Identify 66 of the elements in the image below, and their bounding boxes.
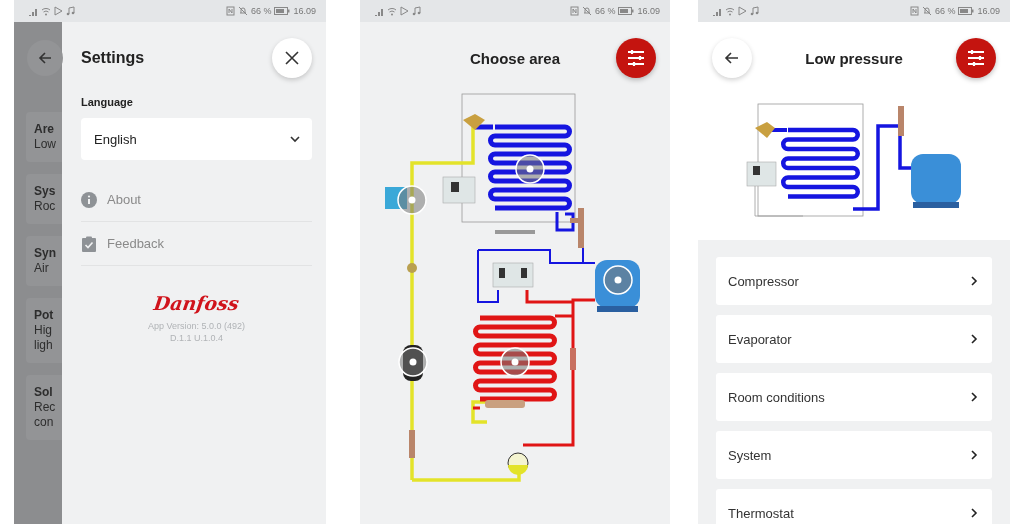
wifi-icon (387, 6, 397, 16)
play-icon (738, 6, 747, 16)
chevron-right-icon (971, 334, 978, 344)
chevron-right-icon (971, 392, 978, 402)
battery-icon (274, 6, 291, 16)
sliders-icon (626, 49, 646, 67)
card-subtitle: Roc (34, 199, 57, 214)
signal-icon (712, 6, 722, 16)
card-title: Are (34, 122, 55, 137)
status-time: 16.09 (977, 6, 1000, 16)
list-item[interactable]: Thermostat (716, 489, 992, 524)
play-icon (400, 6, 409, 16)
close-button[interactable] (272, 38, 312, 78)
battery-icon (958, 6, 975, 16)
nfc-icon (225, 6, 235, 16)
muted-bell-icon (581, 6, 592, 16)
list-item[interactable]: Evaporator (716, 315, 992, 363)
card-subtitle: Air (34, 261, 50, 276)
sliders-icon (966, 49, 986, 67)
list-item[interactable]: Compressor (716, 257, 992, 305)
close-icon (284, 50, 300, 66)
card-title: Syn (34, 246, 57, 261)
card-subtitle: Rec (34, 400, 57, 415)
list-item[interactable]: Room conditions (716, 373, 992, 421)
chevron-right-icon (971, 276, 978, 286)
chevron-down-icon (290, 135, 300, 143)
wifi-icon (725, 6, 735, 16)
drawer-title: Settings (81, 49, 145, 67)
status-time: 16.09 (637, 6, 660, 16)
nfc-icon (909, 6, 919, 16)
muted-bell-icon (237, 6, 248, 16)
card-subtitle: Hig (34, 323, 53, 338)
screen-title: Low pressure (805, 49, 903, 67)
card-title: Sys (34, 184, 57, 199)
battery-percentage: 66 % (594, 6, 616, 16)
battery-percentage: 66 % (934, 6, 956, 16)
wifi-icon (41, 6, 51, 16)
music-note-icon (66, 6, 76, 16)
signal-icon (28, 6, 38, 16)
language-dropdown[interactable]: English (81, 118, 312, 160)
nfc-icon (569, 6, 579, 16)
battery-percentage: 66 % (250, 6, 272, 16)
language-label: Language (81, 96, 134, 108)
card-subtitle: con (34, 415, 55, 430)
brand-logo: Danfoss (152, 292, 241, 314)
chevron-right-icon (971, 508, 978, 518)
filter-button[interactable] (616, 38, 656, 78)
chevron-right-icon (971, 450, 978, 460)
play-icon (54, 6, 63, 16)
signal-icon (374, 6, 384, 16)
screen-title: Choose area (469, 49, 560, 67)
back-arrow-icon (724, 50, 740, 66)
card-title: Sol (34, 385, 54, 400)
card-title: Pot (34, 308, 55, 323)
card-subtitle: Low (34, 137, 57, 152)
battery-icon (618, 6, 635, 16)
filter-button[interactable] (956, 38, 996, 78)
list-item[interactable]: System (716, 431, 992, 479)
muted-bell-icon (921, 6, 932, 16)
music-note-icon (750, 6, 760, 16)
clipboard-check-icon (81, 235, 97, 252)
back-button[interactable] (712, 38, 752, 78)
info-icon (81, 191, 97, 208)
card-subtitle: ligh (34, 338, 54, 353)
music-note-icon (412, 6, 422, 16)
status-time: 16.09 (293, 6, 316, 16)
